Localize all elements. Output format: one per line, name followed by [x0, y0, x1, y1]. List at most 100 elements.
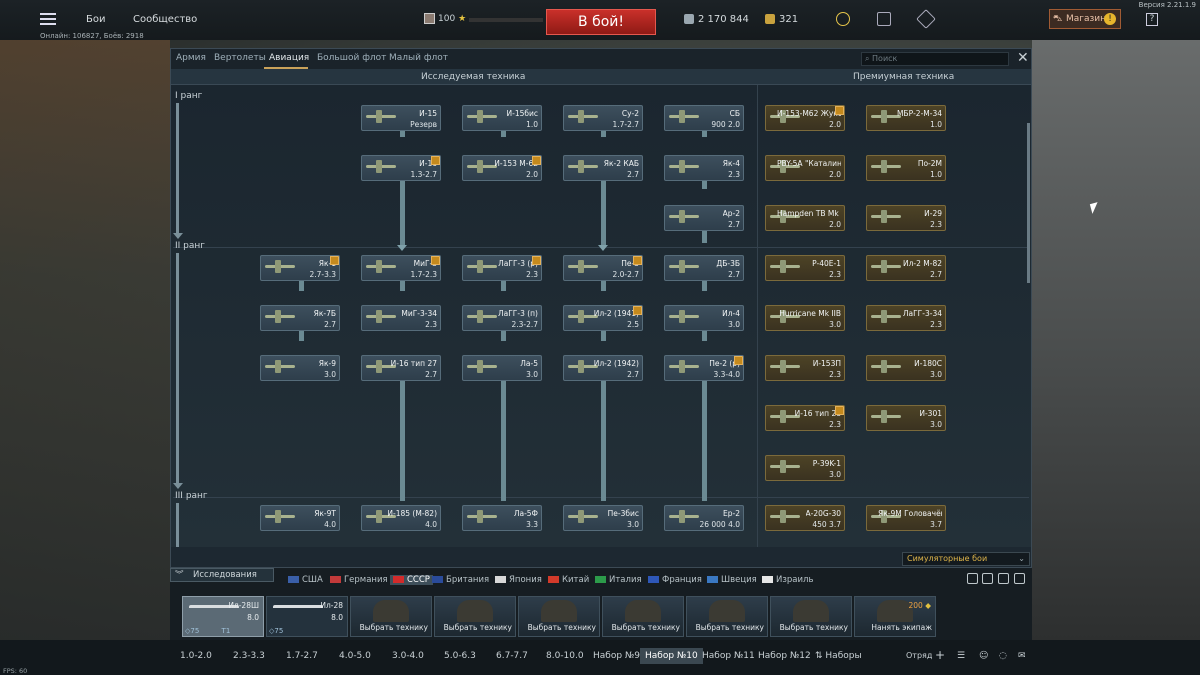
vehicle-card[interactable]: И-15 Резерв	[361, 105, 441, 131]
empty-crew-slot[interactable]: Выбрать технику	[434, 596, 516, 637]
list-icon[interactable]: ☰	[957, 651, 965, 661]
premium-vehicle-card[interactable]: P-39K-1 3.0	[765, 455, 845, 481]
player-rank[interactable]: 100 ★	[424, 13, 466, 24]
premium-vehicle-card[interactable]: И-301 3.0	[866, 405, 946, 431]
nation-tab-israel[interactable]: Израиль	[762, 575, 813, 585]
vehicle-card[interactable]: И-16 1.3-2.7	[361, 155, 441, 181]
vehicle-card[interactable]: Як-1 2.7-3.3	[260, 255, 340, 281]
coupon-icon[interactable]	[916, 9, 936, 29]
vehicle-card[interactable]: И-153 М-62 2.0	[462, 155, 542, 181]
premium-vehicle-card[interactable]: Ил-2 М-82 2.7	[866, 255, 946, 281]
nation-tab-china[interactable]: Китай	[548, 575, 589, 585]
premium-vehicle-card[interactable]: Hampden TB Mk I 2.0	[765, 205, 845, 231]
menu-icon[interactable]	[40, 13, 56, 25]
nation-tab-sweden[interactable]: Швеция	[707, 575, 757, 585]
vehicle-card[interactable]: И-185 (М-82) 4.0	[361, 505, 441, 531]
mail-icon[interactable]: ✉	[1018, 651, 1026, 661]
tab-army[interactable]: Армия	[176, 53, 206, 63]
vehicle-card[interactable]: Пе-3бис 3.0	[563, 505, 643, 531]
premium-vehicle-card[interactable]: P-40E-1 2.3	[765, 255, 845, 281]
preset-item[interactable]: Набор №11	[702, 651, 755, 661]
vehicle-card[interactable]: МиГ-3-34 2.3	[361, 305, 441, 331]
vehicle-card[interactable]: ЛаГГ-3 (п) 2.3-2.7	[462, 305, 542, 331]
nation-tab-usa[interactable]: США	[288, 575, 323, 585]
crew-slot[interactable]: Ил-28 8.0 ◇75	[266, 596, 348, 637]
check-icon[interactable]	[982, 573, 993, 584]
nav-community[interactable]: Сообщество	[133, 14, 197, 25]
vehicle-card[interactable]: Ар-2 2.7	[664, 205, 744, 231]
premium-vehicle-card[interactable]: И-29 2.3	[866, 205, 946, 231]
repair-all-icon[interactable]	[998, 573, 1009, 584]
premium-vehicle-card[interactable]: МБР-2-М-34 1.0	[866, 105, 946, 131]
preset-item[interactable]: Набор №9	[593, 651, 640, 661]
preset-item-active[interactable]: Набор №10	[640, 648, 703, 664]
nation-tab-germany[interactable]: Германия	[330, 575, 388, 585]
help-button[interactable]: ?	[1146, 13, 1158, 26]
vehicle-card[interactable]: Як-7Б 2.7	[260, 305, 340, 331]
tab-aviation[interactable]: Авиация	[269, 53, 309, 63]
vehicle-card[interactable]: Ер-2 26 000 4.0	[664, 505, 744, 531]
preset-item[interactable]: Набор №12	[758, 651, 811, 661]
preset-item[interactable]: 1.0-2.0	[180, 651, 212, 661]
preset-item[interactable]: 4.0-5.0	[339, 651, 371, 661]
empty-crew-slot[interactable]: Выбрать технику	[350, 596, 432, 637]
premium-vehicle-card[interactable]: А-20G-30 450 3.7	[765, 505, 845, 531]
profile-icon[interactable]	[877, 12, 891, 26]
empty-crew-slot[interactable]: Выбрать технику	[770, 596, 852, 637]
preset-item[interactable]: 5.0-6.3	[444, 651, 476, 661]
research-button[interactable]: ︾ Исследования	[170, 568, 274, 582]
empty-crew-slot[interactable]: Выбрать технику	[602, 596, 684, 637]
search-input[interactable]: ⌕ Поиск	[861, 52, 1009, 66]
chat-icon[interactable]: ◌	[999, 651, 1007, 661]
empty-crew-slot[interactable]: Выбрать технику	[686, 596, 768, 637]
vehicle-card[interactable]: Ил-2 (1942) 2.7	[563, 355, 643, 381]
vehicle-card[interactable]: Як-4 2.3	[664, 155, 744, 181]
vehicle-card[interactable]: СБ 900 2.0	[664, 105, 744, 131]
vehicle-card[interactable]: Ил-2 (1941) 2.5	[563, 305, 643, 331]
vehicle-card[interactable]: Су-2 1.7-2.7	[563, 105, 643, 131]
nation-tab-italy[interactable]: Италия	[595, 575, 642, 585]
vehicle-card[interactable]: Ла-5Ф 3.3	[462, 505, 542, 531]
silver-lions[interactable]: 2 170 844	[684, 14, 749, 25]
nation-tab-france[interactable]: Франция	[648, 575, 702, 585]
vehicle-card[interactable]: Як-2 КАБ 2.7	[563, 155, 643, 181]
preset-item[interactable]: 2.3-3.3	[233, 651, 265, 661]
vehicle-card[interactable]: МиГ-3 1.7-2.3	[361, 255, 441, 281]
preset-item[interactable]: 8.0-10.0	[546, 651, 584, 661]
nation-tab-ussr[interactable]: СССР	[390, 575, 433, 585]
lightbulb-icon[interactable]	[836, 12, 850, 26]
premium-vehicle-card[interactable]: И-180С 3.0	[866, 355, 946, 381]
vehicle-card[interactable]: И-16 тип 27 2.7	[361, 355, 441, 381]
to-battle-button[interactable]: В бой!	[546, 9, 656, 35]
premium-vehicle-card[interactable]: И-16 тип 28 2.3	[765, 405, 845, 431]
tab-bluewater-fleet[interactable]: Большой флот	[317, 53, 386, 63]
vehicle-card[interactable]: Пе-3 2.0-2.7	[563, 255, 643, 281]
tab-helicopters[interactable]: Вертолеты	[214, 53, 266, 63]
preset-item[interactable]: 3.0-4.0	[392, 651, 424, 661]
nav-battles[interactable]: Бои	[86, 14, 105, 25]
friends-icon[interactable]: ☺	[979, 651, 988, 661]
wrench-icon[interactable]	[967, 573, 978, 584]
vehicle-card[interactable]: ЛаГГ-3 (р) 2.3	[462, 255, 542, 281]
preset-item[interactable]: 1.7-2.7	[286, 651, 318, 661]
premium-vehicle-card[interactable]: Як-9М Головачёва 3.7	[866, 505, 946, 531]
shop-button[interactable]: ⛍ Магазин!	[1049, 9, 1121, 29]
presets-menu[interactable]: ⇅ Наборы	[815, 651, 862, 661]
crew-slot[interactable]: Ил-28Ш 8.0 ◇75 Т1	[182, 596, 264, 637]
premium-vehicle-card[interactable]: И-153П 2.3	[765, 355, 845, 381]
check-all-icon[interactable]	[1014, 573, 1025, 584]
premium-vehicle-card[interactable]: PBY-5A "Каталина" 2.0	[765, 155, 845, 181]
vehicle-card[interactable]: И-15бис 1.0	[462, 105, 542, 131]
nation-tab-japan[interactable]: Япония	[495, 575, 542, 585]
game-mode-select[interactable]: Симуляторные бои ⌄	[902, 552, 1030, 566]
premium-vehicle-card[interactable]: ЛаГГ-3-34 2.3	[866, 305, 946, 331]
vehicle-card[interactable]: ДБ-3Б 2.7	[664, 255, 744, 281]
add-icon[interactable]: +	[935, 648, 945, 662]
premium-vehicle-card[interactable]: И-153-М62 Жуковского 2.0	[765, 105, 845, 131]
premium-vehicle-card[interactable]: Hurricane Mk IIB 3.0	[765, 305, 845, 331]
empty-crew-slot[interactable]: Выбрать технику	[518, 596, 600, 637]
vehicle-card[interactable]: Ил-4 3.0	[664, 305, 744, 331]
tab-coastal-fleet[interactable]: Малый флот	[389, 53, 448, 63]
hire-crew-slot[interactable]: 200 ◆ Нанять экипаж	[854, 596, 936, 637]
preset-item[interactable]: 6.7-7.7	[496, 651, 528, 661]
